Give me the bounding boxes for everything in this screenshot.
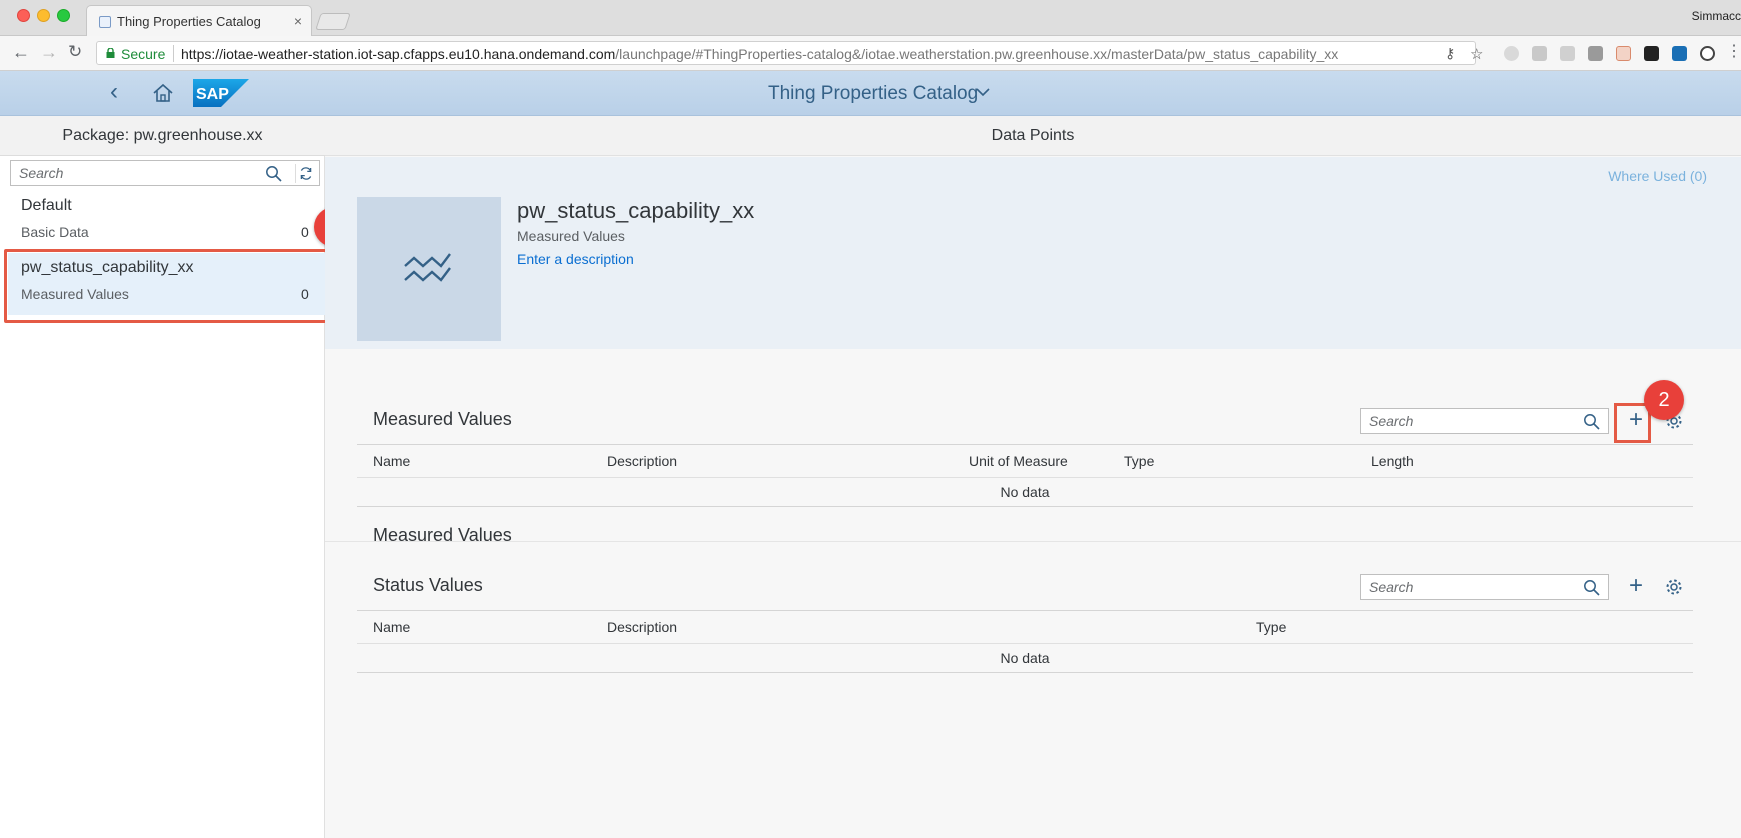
object-image (357, 197, 501, 341)
package-title: Package: pw.greenhouse.xx (62, 127, 263, 144)
calendar-icon[interactable] (1616, 46, 1631, 61)
extension-m-icon[interactable] (1672, 46, 1687, 61)
column-header-unit-of-measure[interactable]: Unit of Measure (969, 453, 1068, 469)
column-header-name[interactable]: Name (373, 453, 410, 469)
master-header: Package: pw.greenhouse.xx (0, 116, 325, 156)
status-values-title: Status Values (373, 575, 483, 595)
key-icon[interactable]: ⚷ (1445, 45, 1455, 62)
measured-values-table: Name Description Unit of Measure Type Le… (357, 444, 1693, 507)
browser-profile-name[interactable]: Simmacc (1692, 9, 1741, 23)
menu-icon[interactable]: ⋮ (1726, 41, 1741, 61)
qr-code-icon[interactable] (1644, 46, 1659, 61)
enter-description-link[interactable]: Enter a description (517, 251, 634, 267)
url-host: https://iotae-weather-station.iot-sap.cf… (181, 46, 616, 62)
list-item-count: 0 (301, 224, 309, 240)
refresh-icon[interactable] (295, 164, 314, 183)
url-separator (173, 45, 174, 62)
measured-values-search-input[interactable] (1361, 409, 1576, 433)
new-tab-button[interactable] (315, 13, 351, 30)
search-icon[interactable] (1583, 413, 1600, 430)
tab-favicon-icon (99, 16, 111, 28)
lock-icon (106, 48, 115, 58)
tab-close-icon[interactable]: × (294, 13, 302, 29)
list-item-default[interactable]: Default Basic Data 0 (8, 191, 333, 253)
extension-icon[interactable] (1588, 46, 1603, 61)
sap-logo[interactable]: SAP (193, 79, 249, 107)
list-item-subtitle: Basic Data (21, 224, 89, 240)
status-values-search-input[interactable] (1361, 575, 1576, 599)
search-icon[interactable] (1583, 579, 1600, 596)
section-divider (325, 541, 1741, 542)
svg-text:SAP: SAP (196, 86, 229, 103)
object-header: Where Used (0) pw_status_capability_xx M… (325, 157, 1741, 349)
forward-arrow-icon[interactable]: → (40, 42, 58, 63)
home-icon[interactable] (152, 82, 174, 104)
window-close-button[interactable] (17, 9, 30, 22)
master-search-input[interactable] (11, 161, 251, 185)
settings-gear-icon[interactable] (1665, 578, 1683, 596)
extension-icon[interactable] (1504, 46, 1519, 61)
object-subtitle: Measured Values (517, 228, 625, 244)
extension-icon[interactable] (1532, 46, 1547, 61)
measured-values-icon (404, 253, 451, 282)
app-title[interactable]: Thing Properties Catalog (768, 83, 978, 105)
back-arrow-icon[interactable]: ← (12, 42, 30, 63)
measured-values-title: Measured Values (373, 409, 512, 429)
object-title: pw_status_capability_xx (517, 198, 755, 223)
info-icon[interactable] (1700, 46, 1715, 61)
address-bar[interactable]: Secure https://iotae-weather-station.iot… (96, 41, 1483, 65)
column-header-description[interactable]: Description (607, 453, 677, 469)
chevron-down-icon[interactable] (975, 86, 991, 98)
sap-shell-bar: ‹ SAP Thing Properties Catalog (0, 71, 1741, 116)
status-values-table: Name Description Type No data (357, 610, 1693, 673)
reload-icon[interactable]: ↻ (68, 42, 82, 62)
list-item-title: Default (21, 197, 72, 214)
master-panel: Package: pw.greenhouse.xx Default Basic … (0, 116, 330, 838)
where-used-link[interactable]: Where Used (0) (1608, 168, 1707, 184)
column-header-length[interactable]: Length (1371, 453, 1414, 469)
step-badge-2: 2 (1644, 380, 1684, 420)
column-header-name[interactable]: Name (373, 619, 410, 635)
column-header-type[interactable]: Type (1124, 453, 1154, 469)
column-header-type[interactable]: Type (1256, 619, 1286, 635)
highlight-box-1 (4, 249, 334, 323)
table-header-row: Name Description Type (357, 611, 1693, 644)
shell-back-icon[interactable]: ‹ (110, 80, 118, 104)
url-text[interactable]: https://iotae-weather-station.iot-sap.cf… (181, 46, 1338, 62)
browser-toolbar: ← → ↻ Secure https://iotae-weather-stati… (0, 36, 1741, 71)
dropbox-icon[interactable] (1560, 46, 1575, 61)
detail-header: Data Points (325, 116, 1741, 156)
browser-tab[interactable]: Thing Properties Catalog × (86, 5, 312, 36)
column-header-description[interactable]: Description (607, 619, 677, 635)
measured-values-search-field[interactable] (1360, 408, 1609, 434)
window-maximize-button[interactable] (57, 9, 70, 22)
bookmark-star-icon[interactable]: ☆ (1470, 45, 1483, 63)
section-title: Measured Values (373, 525, 512, 545)
tab-title: Thing Properties Catalog (117, 14, 261, 29)
browser-tab-bar: Thing Properties Catalog × Simmacc (0, 0, 1741, 36)
status-values-search-field[interactable] (1360, 574, 1609, 600)
no-data-text: No data (1000, 484, 1050, 500)
add-status-value-button[interactable]: + (1624, 574, 1648, 599)
table-header-row: Name Description Unit of Measure Type Le… (357, 445, 1693, 478)
url-path: /launchpage/#ThingProperties-catalog&/io… (615, 46, 1339, 62)
secure-label: Secure (121, 46, 166, 62)
window-minimize-button[interactable] (37, 9, 50, 22)
master-search-field[interactable] (10, 160, 320, 186)
no-data-text: No data (1000, 650, 1050, 666)
search-icon[interactable] (265, 165, 282, 182)
detail-title: Data Points (991, 127, 1075, 144)
detail-panel: Data Points Where Used (0) pw_status_cap… (325, 116, 1741, 838)
